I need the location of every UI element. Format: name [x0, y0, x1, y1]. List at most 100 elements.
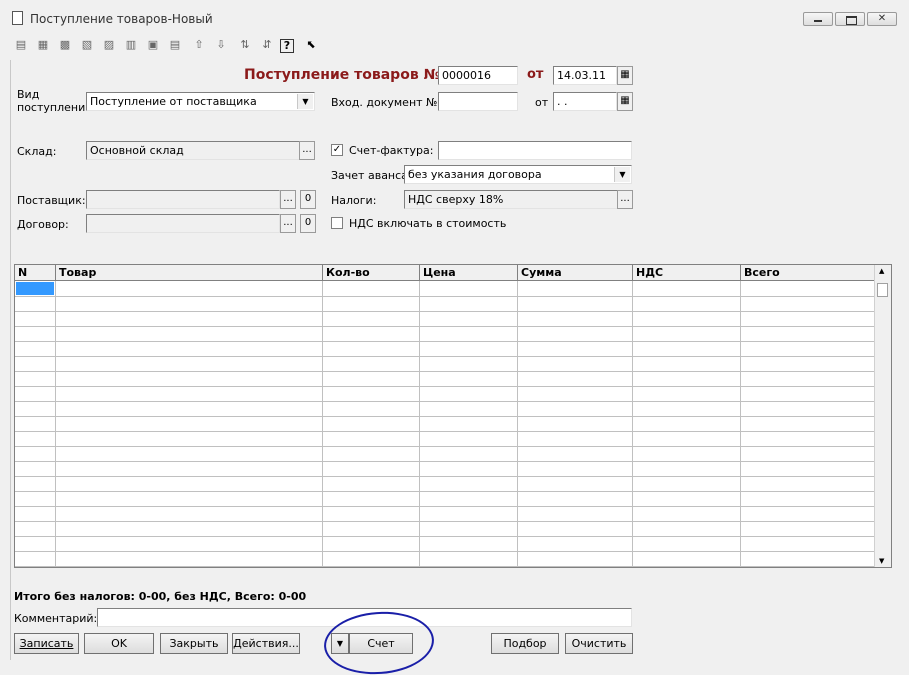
goods-table[interactable]: N Товар Кол-во Цена Сумма НДС Всего ▲ ▼ [14, 264, 892, 568]
supplier-select-button[interactable]: ... [280, 190, 296, 209]
view-row-icon[interactable]: ▨ [100, 36, 118, 54]
calendar-icon: ▦ [620, 95, 630, 106]
document-date-field[interactable]: 14.03.11 [553, 66, 617, 85]
help-icon[interactable]: ? [280, 39, 294, 53]
invoice-checkbox[interactable]: ✓ [331, 144, 343, 156]
selected-cell[interactable] [16, 282, 54, 295]
sort-asc-icon[interactable]: ⇅ [236, 36, 254, 54]
table-row-line [15, 341, 875, 342]
receipt-type-value: Поступление от поставщика [90, 95, 257, 108]
move-down-icon[interactable]: ⇩ [212, 36, 230, 54]
incoming-date-field[interactable]: . . [553, 92, 617, 111]
invoice-field[interactable] [438, 141, 632, 160]
advance-select[interactable]: без указания договора ▼ [404, 165, 632, 184]
contract-label: Договор: [17, 218, 69, 231]
supplier-field[interactable] [86, 190, 280, 209]
document-number-field[interactable]: 0000016 [438, 66, 518, 85]
table-column-line [740, 281, 741, 567]
table-row-line [15, 416, 875, 417]
contract-field[interactable] [86, 214, 280, 233]
taxes-field[interactable]: НДС сверху 18% [404, 190, 618, 209]
vertical-scrollbar[interactable]: ▲ ▼ [874, 265, 891, 567]
date-picker-button[interactable]: ▦ [617, 66, 633, 85]
column-header-product[interactable]: Товар [56, 265, 323, 281]
incoming-doc-field[interactable] [438, 92, 518, 111]
scroll-up-icon[interactable]: ▲ [879, 267, 884, 275]
clear-button[interactable]: Очистить [565, 633, 633, 654]
column-header-total[interactable]: Всего [741, 265, 875, 281]
totals-text: Итого без налогов: 0-00, без НДС, Всего:… [14, 590, 307, 603]
actions-button[interactable]: Действия... [232, 633, 300, 654]
delete-row-icon[interactable]: ▩ [56, 36, 74, 54]
invoice-label: Счет-фактура: [349, 144, 434, 157]
table-row-line [15, 566, 875, 567]
column-header-quantity[interactable]: Кол-во [323, 265, 420, 281]
taxes-select-button[interactable]: ... [617, 190, 633, 209]
table-row-line [15, 491, 875, 492]
maximize-button[interactable] [835, 12, 865, 26]
chevron-down-icon[interactable]: ▼ [297, 94, 313, 109]
close-icon: ✕ [877, 13, 887, 24]
supplier-label: Поставщик: [17, 194, 86, 207]
sort-desc-icon[interactable]: ⇵ [258, 36, 276, 54]
toolbar: ▤ ▦ ▩ ▧ ▨ ▥ ▣ ▤ ⇧ ⇩ ⇅ ⇵ ? ⬉ [12, 36, 352, 56]
edit-row-icon[interactable]: ▧ [78, 36, 96, 54]
receipt-type-select[interactable]: Поступление от поставщика ▼ [86, 92, 315, 111]
move-up-icon[interactable]: ⇧ [190, 36, 208, 54]
table-row-line [15, 461, 875, 462]
select-button[interactable]: Подбор [491, 633, 559, 654]
vat-include-checkbox[interactable] [331, 217, 343, 229]
warehouse-field[interactable]: Основной склад [86, 141, 300, 160]
advance-label: Зачет аванса: [331, 169, 412, 182]
column-header-n[interactable]: N [15, 265, 56, 281]
properties-icon[interactable]: ▣ [144, 36, 162, 54]
warehouse-select-button[interactable]: ... [299, 141, 315, 160]
minimize-icon [814, 20, 822, 22]
minimize-button[interactable] [803, 12, 833, 26]
app-window: Поступление товаров-Новый ✕ ▤ ▦ ▩ ▧ ▨ ▥ … [0, 0, 909, 678]
contract-clear-button[interactable]: 0 [300, 214, 316, 233]
table-row-line [15, 536, 875, 537]
table-row-line [15, 521, 875, 522]
column-header-price[interactable]: Цена [420, 265, 518, 281]
document-title: Поступление товаров № [244, 67, 441, 83]
maximize-icon [846, 16, 857, 25]
table-column-line [632, 281, 633, 567]
incoming-date-picker-button[interactable]: ▦ [617, 92, 633, 111]
table-row-line [15, 311, 875, 312]
comment-label: Комментарий: [14, 612, 98, 625]
copy-row-icon[interactable]: ▦ [34, 36, 52, 54]
window-title: Поступление товаров-Новый [30, 12, 213, 26]
close-window-button[interactable]: ✕ [867, 12, 897, 26]
title-bar: Поступление товаров-Новый ✕ [0, 0, 909, 36]
table-row-line [15, 356, 875, 357]
mark-delete-icon[interactable]: ▥ [122, 36, 140, 54]
table-row-line [15, 506, 875, 507]
context-help-icon[interactable]: ⬉ [302, 36, 320, 54]
save-button[interactable]: Записать [14, 633, 79, 654]
advance-value: без указания договора [408, 168, 542, 181]
incoming-date-label: от [535, 96, 549, 109]
table-row-line [15, 446, 875, 447]
ok-button[interactable]: OK [84, 633, 154, 654]
close-button[interactable]: Закрыть [160, 633, 228, 654]
column-header-sum[interactable]: Сумма [518, 265, 633, 281]
taxes-label: Налоги: [331, 194, 377, 207]
contract-select-button[interactable]: ... [280, 214, 296, 233]
table-column-line [419, 281, 420, 567]
receipt-type-label-1: Вид [17, 88, 40, 101]
scroll-down-icon[interactable]: ▼ [879, 557, 884, 565]
chevron-down-icon[interactable]: ▼ [614, 167, 630, 182]
table-column-line [322, 281, 323, 567]
table-column-line [517, 281, 518, 567]
receipt-type-label-2: поступления: [17, 101, 96, 114]
table-row-line [15, 326, 875, 327]
calendar-icon: ▦ [620, 69, 630, 80]
column-header-vat[interactable]: НДС [633, 265, 741, 281]
scroll-thumb[interactable] [877, 283, 888, 297]
columns-icon[interactable]: ▤ [166, 36, 184, 54]
supplier-clear-button[interactable]: 0 [300, 190, 316, 209]
table-row-line [15, 371, 875, 372]
table-row-line [15, 551, 875, 552]
add-row-icon[interactable]: ▤ [12, 36, 30, 54]
